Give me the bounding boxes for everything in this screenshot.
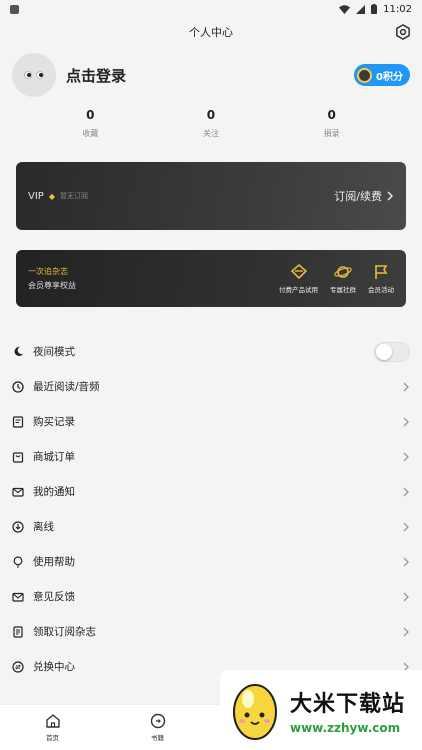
menu-item-subscriptions[interactable]: 领取订阅杂志 [0, 614, 422, 649]
chevron-right-icon [403, 487, 409, 496]
menu-item-label: 意见反馈 [33, 591, 75, 603]
toggle-knob [376, 343, 392, 360]
stat-records[interactable]: 0 捐录 [302, 104, 362, 152]
page-title: 个人中心 [189, 26, 233, 39]
vip-card[interactable]: VIP ◆ 暂无订阅 订阅/续费 [16, 162, 406, 230]
chevron-right-icon [403, 592, 409, 601]
shop-bag-icon [12, 451, 24, 463]
benefit-label: 会员活动 [368, 286, 394, 294]
clock: 11:02 [383, 3, 412, 15]
flag-icon [375, 265, 388, 279]
status-bar: 11:02 [0, 0, 422, 18]
avatar-eye-icon [36, 71, 44, 79]
chevron-right-icon [403, 522, 409, 531]
settings-gear-icon[interactable] [394, 23, 412, 41]
menu-item-notifications[interactable]: 我的通知 [0, 474, 422, 509]
wifi-icon [339, 4, 351, 14]
benefit-label: 付费产品试用 [279, 286, 318, 294]
stat-value: 0 [206, 108, 216, 122]
watermark-title: 大米下载站 [290, 691, 406, 717]
menu-item-help[interactable]: 使用帮助 [0, 544, 422, 579]
night-mode-toggle[interactable] [374, 341, 410, 362]
benefit-events[interactable]: 会员活动 [368, 263, 394, 294]
menu-item-label: 使用帮助 [33, 556, 75, 568]
benefit-community[interactable]: 专属社群 [330, 263, 356, 294]
points-badge[interactable]: 0积分 [354, 64, 410, 86]
chevron-right-icon [403, 382, 409, 391]
notification-icon [10, 4, 19, 14]
benefits-subtitle: 会员尊享权益 [28, 281, 76, 290]
chevron-right-icon [403, 452, 409, 461]
benefit-trial[interactable]: 付费产品试用 [279, 263, 318, 294]
home-icon [45, 714, 60, 728]
mail-icon [12, 486, 24, 498]
settings-menu: 夜间模式 最近阅读/音频 购买记录 商城订单 我的通知 离线 使用帮助 意见反馈… [0, 334, 422, 684]
vip-label: VIP [28, 190, 44, 202]
chevron-right-icon [403, 627, 409, 636]
egg-mascot-icon [233, 684, 277, 740]
nav-label: 书籍 [151, 734, 164, 742]
receipt-icon [12, 415, 24, 428]
battery-icon [371, 4, 378, 14]
stats-row: 0 收藏 0 关注 0 捐录 [0, 104, 422, 152]
menu-item-label: 最近阅读/音频 [33, 381, 100, 393]
menu-item-label: 领取订阅杂志 [33, 626, 96, 638]
planet-icon [334, 266, 352, 278]
watermark-url: www.zzhyw.com [290, 720, 401, 735]
title-bar: 个人中心 [0, 18, 422, 46]
signal-icon [356, 4, 366, 14]
coin-icon [357, 67, 373, 83]
watermark: 大米下载站 www.zzhyw.com [220, 670, 422, 750]
benefits-title: 一次追杂志 [28, 267, 68, 276]
nav-home[interactable]: 首页 [0, 705, 105, 750]
menu-item-label: 商城订单 [33, 451, 75, 463]
profile-section: 点击登录 0积分 [0, 49, 422, 101]
menu-item-feedback[interactable]: 意见反馈 [0, 579, 422, 614]
stat-label: 收藏 [82, 129, 99, 138]
magazine-icon [12, 625, 24, 638]
stat-favorites[interactable]: 0 收藏 [60, 104, 120, 152]
menu-item-label: 夜间模式 [33, 346, 75, 358]
download-icon [12, 520, 24, 533]
vip-status: 暂无订阅 [59, 192, 88, 200]
menu-item-label: 购买记录 [33, 416, 75, 428]
stat-following[interactable]: 0 关注 [181, 104, 241, 152]
lightbulb-icon [12, 555, 24, 568]
stat-value: 0 [86, 108, 95, 122]
stat-value: 0 [327, 108, 336, 122]
benefits-card[interactable]: 一次追杂志 会员尊享权益 付费产品试用 专属社群 会员活动 [16, 250, 406, 307]
subscribe-label: 订阅/续费 [334, 190, 382, 203]
avatar-eye-icon [24, 71, 32, 79]
menu-item-orders[interactable]: 商城订单 [0, 439, 422, 474]
exchange-icon [12, 660, 24, 673]
benefit-label: 专属社群 [330, 286, 356, 294]
stat-label: 关注 [202, 129, 219, 138]
chevron-right-icon [387, 191, 393, 201]
clock-icon [12, 380, 24, 393]
gift-tag-icon [290, 263, 307, 280]
menu-item-label: 我的通知 [33, 486, 75, 498]
menu-item-purchases[interactable]: 购买记录 [0, 404, 422, 439]
chevron-right-icon [403, 417, 409, 426]
points-label: 0积分 [376, 71, 403, 83]
envelope-icon [12, 591, 24, 603]
menu-item-label: 离线 [33, 521, 54, 533]
menu-item-recent[interactable]: 最近阅读/音频 [0, 369, 422, 404]
diamond-icon: ◆ [48, 191, 55, 201]
subscribe-button[interactable]: 订阅/续费 [334, 188, 394, 204]
nav-books[interactable]: 书籍 [105, 705, 210, 750]
menu-item-offline[interactable]: 离线 [0, 509, 422, 544]
chevron-right-icon [403, 557, 409, 566]
login-link[interactable]: 点击登录 [66, 65, 126, 86]
menu-item-night-mode: 夜间模式 [0, 334, 422, 369]
nav-label: 首页 [46, 734, 59, 742]
avatar[interactable] [12, 53, 56, 97]
stat-label: 捐录 [323, 129, 340, 138]
compass-icon [150, 713, 165, 729]
moon-icon [12, 346, 24, 358]
